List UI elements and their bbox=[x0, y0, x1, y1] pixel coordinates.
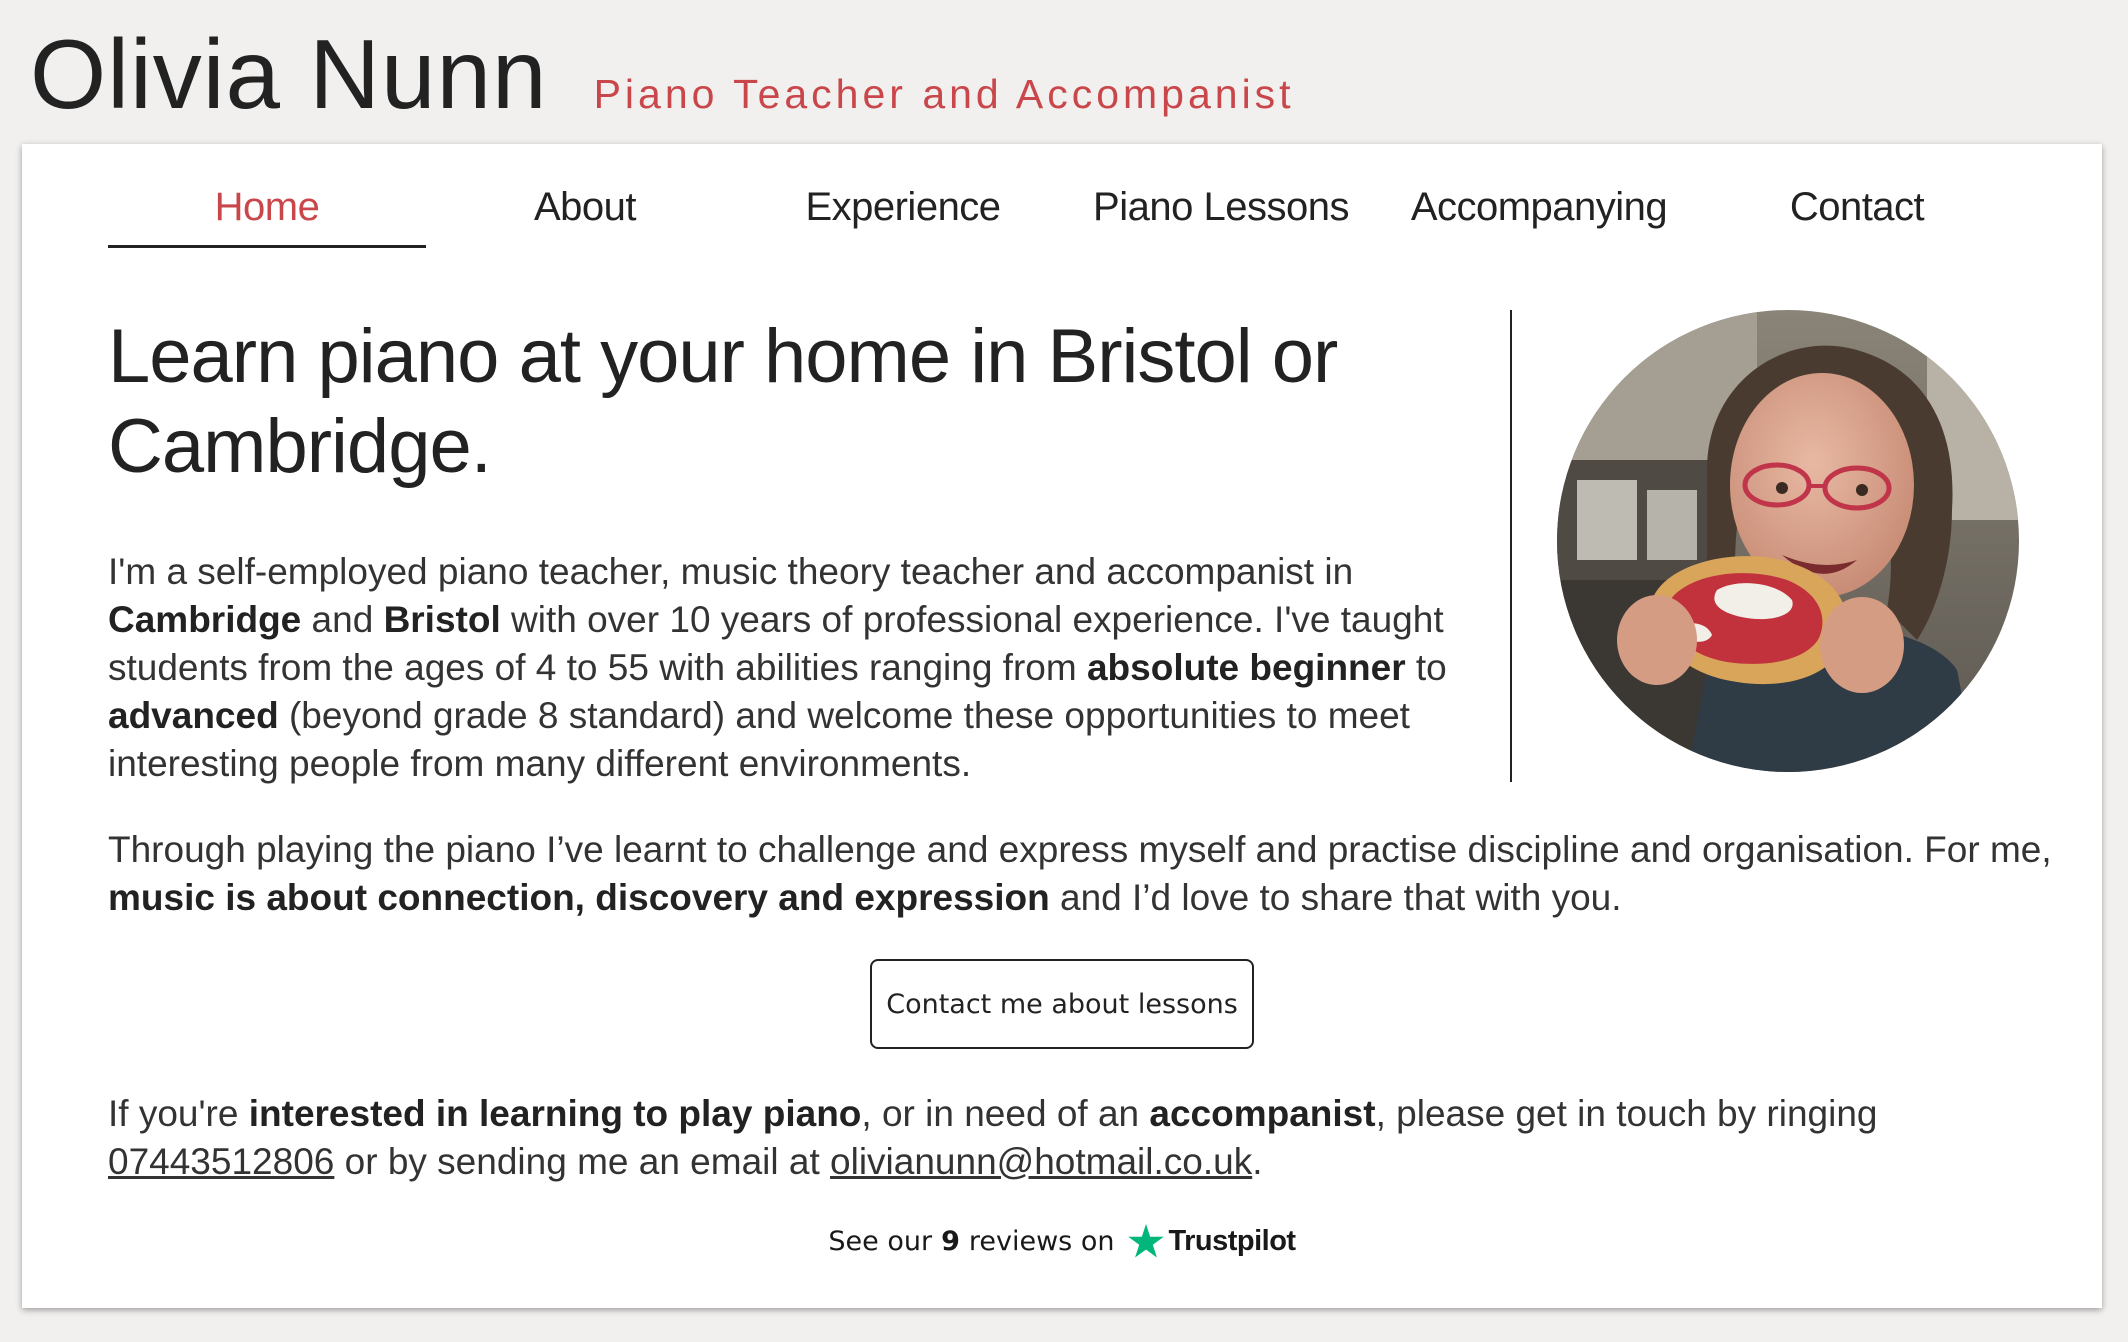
trustpilot-star-icon bbox=[1128, 1224, 1165, 1258]
vertical-divider bbox=[1510, 310, 1512, 782]
bold-cambridge: Cambridge bbox=[108, 599, 302, 640]
email-link[interactable]: olivianunn@hotmail.co.uk bbox=[830, 1141, 1252, 1182]
reviews-suffix: reviews on bbox=[968, 1225, 1115, 1257]
trustpilot-brand: Trustpilot bbox=[1168, 1224, 1296, 1257]
main-nav: Home About Experience Piano Lessons Acco… bbox=[108, 186, 2018, 248]
site-subtitle: Piano Teacher and Accompanist bbox=[593, 71, 1295, 117]
bold-absolute-beginner: absolute beginner bbox=[1086, 647, 1406, 688]
reviews-count: 9 bbox=[941, 1225, 960, 1257]
contact-paragraph: If you're interested in learning to play… bbox=[108, 1093, 1878, 1182]
nav-item-accompanying[interactable]: Accompanying bbox=[1380, 186, 1698, 248]
intro-paragraph: I'm a self-employed piano teacher, music… bbox=[108, 551, 1447, 784]
bold-accompanist: accompanist bbox=[1149, 1093, 1376, 1134]
philosophy-paragraph: Through playing the piano I’ve learnt to… bbox=[108, 829, 2052, 918]
bold-advanced: advanced bbox=[108, 695, 279, 736]
site-title: Olivia Nunn bbox=[30, 19, 548, 129]
bold-bristol: Bristol bbox=[383, 599, 501, 640]
nav-item-home[interactable]: Home bbox=[108, 186, 426, 248]
reviews-prefix: See our bbox=[828, 1225, 933, 1257]
nav-item-about[interactable]: About bbox=[426, 186, 744, 248]
profile-photo bbox=[1557, 310, 2019, 772]
page-headline: Learn piano at your home in Bristol or C… bbox=[108, 314, 1338, 489]
phone-link[interactable]: 07443512806 bbox=[108, 1141, 334, 1182]
bold-learning-piano: interested in learning to play piano bbox=[248, 1093, 862, 1134]
nav-item-experience[interactable]: Experience bbox=[744, 186, 1062, 248]
trustpilot-widget[interactable]: See our 9 reviews on Trustpilot bbox=[22, 1224, 2102, 1258]
nav-item-contact[interactable]: Contact bbox=[1698, 186, 2016, 248]
bold-music-philosophy: music is about connection, discovery and… bbox=[108, 877, 1050, 918]
site-header: Olivia Nunn Piano Teacher and Accompanis… bbox=[30, 18, 1295, 131]
content-card: Home About Experience Piano Lessons Acco… bbox=[22, 144, 2102, 1308]
contact-lessons-button[interactable]: Contact me about lessons bbox=[870, 959, 1254, 1049]
nav-item-piano-lessons[interactable]: Piano Lessons bbox=[1062, 186, 1380, 248]
